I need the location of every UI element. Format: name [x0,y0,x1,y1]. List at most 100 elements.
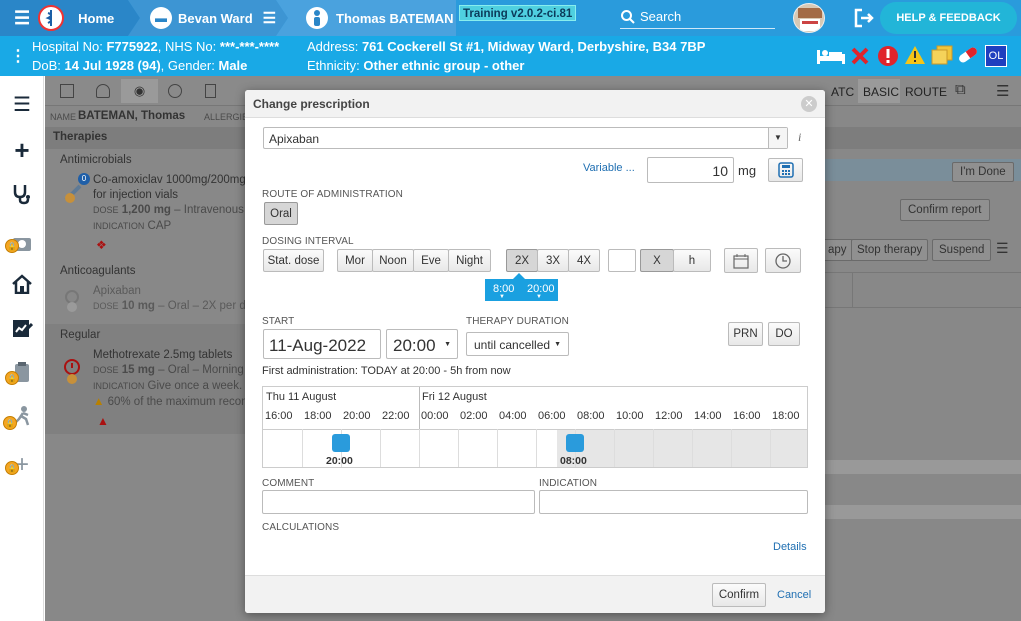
frequency-4x-button[interactable]: 4X [568,249,600,272]
bg-group-regular[interactable]: Regular [60,329,100,341]
user-avatar[interactable] [793,3,825,33]
lock-icon: 🔒 [5,461,19,475]
search-box[interactable]: Search [620,5,775,29]
bg-toolbar-icon[interactable] [168,84,182,98]
ol-badge[interactable]: OL [985,45,1007,67]
bg-drug2-name[interactable]: Apixaban [93,285,141,297]
dose-input[interactable]: 10 [647,157,734,183]
warning-icon[interactable] [904,45,926,65]
bg-grid [825,272,1021,308]
cancel-button[interactable]: Cancel [777,589,811,601]
bg-grid-divider [852,272,853,308]
frequency-2x-button[interactable]: 2X [506,249,538,272]
menu-icon[interactable]: ☰ [14,8,30,29]
bg-tab-route[interactable]: ROUTE [905,85,947,99]
bg-toolbar-icon[interactable] [96,84,110,98]
start-date-input[interactable]: 11-Aug-2022 [263,329,381,359]
bg-stop-therapy-button[interactable]: Stop therapy [851,239,929,261]
bg-more-icon[interactable]: ☰ [996,240,1009,257]
top-bar: ☰ Home ▬ Bevan Ward ☰ Thomas BATEMAN Tra… [0,0,1021,36]
medication-select[interactable]: Apixaban ▼ [263,127,788,149]
ward-label: Bevan Ward [178,10,253,26]
bg-toolbar-icon[interactable] [205,84,216,98]
chevron-down-icon: ▼ [444,341,451,348]
do-button[interactable]: DO [768,322,800,346]
edit-chart-icon[interactable] [8,314,36,342]
bg-antibiotic-icon: ❖ [96,238,107,252]
frequency-x-button[interactable]: X [640,249,674,272]
schedule-button[interactable] [765,248,801,273]
bg-apy-button[interactable]: apy [822,239,853,261]
therapy-duration-select[interactable]: until cancelled ▼ [466,332,569,356]
search-input[interactable]: Search [640,9,681,24]
timeline-hour-label: 06:00 [538,410,566,422]
breadcrumb-ward[interactable]: ▬ Bevan Ward ☰ [128,0,288,36]
bg-menu-icon[interactable]: ☰ [996,82,1009,100]
duration-value: until cancelled [474,338,551,352]
ethnicity-label: Ethnicity: [307,58,360,73]
details-link[interactable]: Details [773,541,807,553]
stethoscope-icon[interactable] [8,180,36,208]
documents-icon[interactable] [931,45,953,65]
pill-icon[interactable] [956,45,980,65]
breadcrumb-home[interactable]: ☰ Home [0,0,140,36]
ward-menu-icon[interactable]: ☰ [263,9,276,27]
comment-input[interactable] [262,490,535,514]
frequency-hours-button[interactable]: h [673,249,711,272]
calculator-button[interactable] [768,158,803,182]
bed-status-icon[interactable] [816,47,846,65]
route-oral-button[interactable]: Oral [264,202,298,225]
bg-suspend-button[interactable]: Suspend [932,239,992,261]
address-label: Address: [307,39,359,54]
frequency-3x-button[interactable]: 3X [537,249,569,272]
timeline-hour-label: 18:00 [304,410,332,422]
bg-drug1-indication: INDICATION CAP [93,220,172,232]
start-time-select[interactable]: 20:00 ▼ [386,329,458,359]
timeline-hour-label: 22:00 [382,410,410,422]
training-badge: Training v2.0.2-ci.81 [459,5,577,21]
bg-layers-icon[interactable]: ⧉ [955,81,966,98]
list-icon[interactable]: ☰ [8,90,36,118]
custom-frequency-input[interactable] [608,249,636,272]
stat-dose-button[interactable]: Stat. dose [263,249,324,272]
timeline-hour-label: 18:00 [772,410,800,422]
dosing-interval-label: DOSING INTERVAL [262,236,354,247]
bg-confirm-report-button[interactable]: Confirm report [900,199,990,221]
close-icon[interactable]: ✕ [801,96,817,112]
indication-input[interactable] [539,490,808,514]
patient-dob-line: DoB: 14 Jul 1928 (94), Gender: Male [32,58,247,73]
help-feedback-button[interactable]: HELP & FEEDBACK [880,2,1017,34]
dose-block-2-time: 08:00 [560,455,587,467]
dob-value: 14 Jul 1928 (94) [64,58,161,73]
evening-button[interactable]: Eve [413,249,449,272]
exclamation-alert-icon[interactable] [877,45,899,67]
info-icon[interactable]: i [798,130,801,145]
bg-drug1-name[interactable]: Co-amoxiclav 1000mg/200mg [93,174,246,186]
bg-tab-atc[interactable]: ATC [831,85,854,99]
prn-button[interactable]: PRN [728,322,763,346]
calendar-button[interactable] [724,248,758,273]
variable-dose-link[interactable]: Variable ... [583,162,635,174]
home-icon[interactable] [8,270,36,298]
hospital-no: F775922 [106,39,158,54]
bg-group-anticoagulants[interactable]: Anticoagulants [60,265,135,277]
bg-name-label: NAME [50,112,77,122]
bed-icon: ▬ [150,7,172,29]
dose-block-2[interactable] [566,434,584,452]
logout-icon[interactable] [853,8,875,28]
confirm-button[interactable]: Confirm [712,583,766,607]
cross-alert-icon[interactable] [851,47,869,65]
dose-block-1[interactable] [332,434,350,452]
bg-drug3-name[interactable]: Methotrexate 2.5mg tablets [93,349,232,361]
bg-group-antimicrobials[interactable]: Antimicrobials [60,154,132,166]
night-button[interactable]: Night [448,249,491,272]
bg-im-done-button[interactable]: I'm Done [952,162,1014,182]
patient-menu-icon[interactable]: ⋮ [10,46,26,66]
breadcrumb-patient[interactable]: Thomas BATEMAN [276,0,456,36]
noon-button[interactable]: Noon [372,249,414,272]
chevron-down-icon[interactable]: ▼ [768,128,787,148]
morning-button[interactable]: Mor [337,249,373,272]
add-icon[interactable]: + [8,135,36,165]
bg-toolbar-icon[interactable] [60,84,74,98]
eye-icon[interactable]: ◉ [121,79,158,103]
